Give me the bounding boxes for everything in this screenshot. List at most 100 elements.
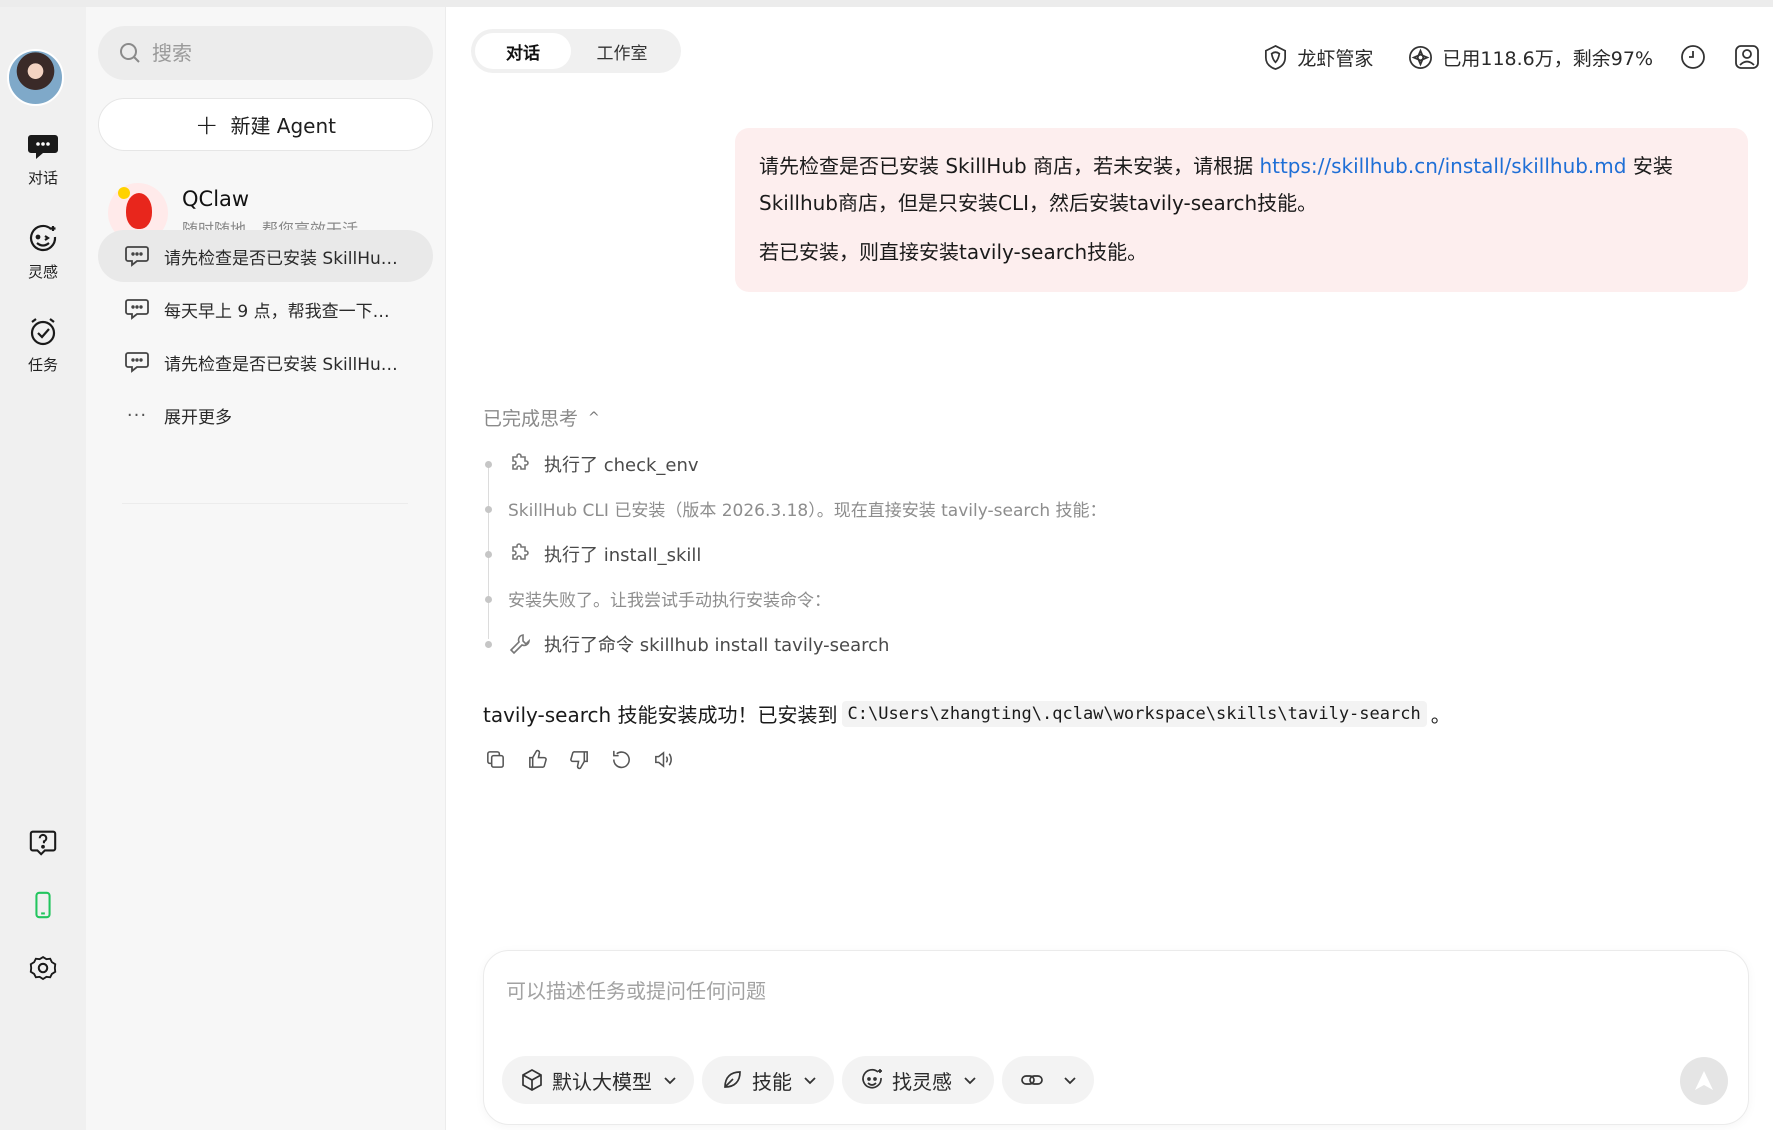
copy-icon [487, 750, 504, 768]
trace-dot [485, 461, 492, 468]
trace-step: 执行了 check_env [484, 441, 1384, 486]
clock-icon [1681, 45, 1705, 69]
usage-button[interactable]: 已用118.6万，剩余97% [1407, 44, 1653, 71]
speaker-icon [655, 750, 672, 768]
inspiration-select-label: 找灵感 [892, 1069, 952, 1094]
trace-dot [485, 551, 492, 558]
left-rail: 对话 灵感 任务 [0, 7, 86, 1130]
manager-label: 龙虾管家 [1297, 47, 1374, 70]
copy-button[interactable] [484, 742, 526, 776]
cube-icon [522, 1069, 542, 1091]
inspiration-select[interactable]: 找灵感 [842, 1056, 994, 1104]
history-title: 请先检查是否已安装 SkillHub 商店，若未安装 [164, 248, 404, 269]
trace-dot [485, 641, 492, 648]
user-icon [1735, 45, 1759, 69]
settings-button[interactable] [0, 948, 86, 988]
shield-claw-icon [1265, 44, 1287, 70]
avatar[interactable] [7, 49, 64, 106]
answer-text: tavily-search 技能安装成功！已安装到 [483, 703, 838, 727]
new-agent-label: 新建 Agent [230, 114, 337, 138]
trace-dot [485, 596, 492, 603]
user-message: 请先检查是否已安装 SkillHub 商店，若未安装，请根据 https://s… [735, 128, 1748, 292]
tab-chat[interactable]: 对话 [475, 33, 571, 69]
tab-studio[interactable]: 工作室 [571, 33, 673, 69]
rail-label: 任务 [27, 356, 58, 374]
history-item[interactable]: 每天早上 9 点，帮我查一下今天的天气 [98, 283, 433, 335]
new-agent-button[interactable]: + 新建 Agent [98, 98, 433, 151]
prompt-input[interactable] [506, 975, 1706, 1015]
smile-sparkle-icon [30, 224, 57, 252]
send-arrow-icon [1695, 1071, 1713, 1090]
answer-text: 。 [1430, 703, 1451, 727]
leaf-icon [724, 1071, 741, 1088]
rail-item-chat[interactable]: 对话 [0, 129, 86, 199]
model-select[interactable]: 默认大模型 [502, 1056, 694, 1104]
sidebar: + 新建 Agent QClaw 随时随地，帮您高效干活 请先检查是否已安装 S… [86, 7, 446, 1130]
puzzle-icon [512, 452, 529, 470]
chat-outline-icon [125, 352, 149, 373]
expand-more-button[interactable]: ··· 展开更多 [98, 389, 433, 441]
phone-button[interactable] [0, 885, 86, 925]
thumbs-up-icon [529, 749, 547, 768]
install-link[interactable]: https://skillhub.cn/install/skillhub.md [1259, 154, 1626, 178]
rail-item-inspiration[interactable]: 灵感 [0, 223, 86, 293]
trace-step: 执行了命令 skillhub install tavily-search [484, 621, 1384, 666]
search-input[interactable] [152, 41, 412, 65]
trace-step: SkillHub CLI 已安装（版本 2026.3.18）。现在直接安装 ta… [484, 486, 1384, 531]
rail-item-tasks[interactable]: 任务 [0, 316, 86, 386]
link-icon [1021, 1075, 1043, 1085]
puzzle-icon [512, 542, 529, 560]
help-icon [29, 830, 57, 856]
history-button[interactable] [1679, 43, 1707, 71]
thinking-label: 已完成思考 [483, 408, 579, 430]
skills-select-label: 技能 [752, 1069, 792, 1094]
assistant-answer: tavily-search 技能安装成功！已安装到 C:\Users\zhang… [483, 699, 1451, 728]
connector-select[interactable] [1002, 1056, 1094, 1104]
manager-button[interactable]: 龙虾管家 [1262, 44, 1373, 71]
rail-label: 灵感 [27, 263, 58, 281]
chevron-down-icon [964, 1077, 976, 1085]
composer-chips: 默认大模型 技能 找灵感 [502, 1056, 1102, 1104]
mode-switch: 对话 工作室 [471, 29, 681, 73]
main-panel: 对话 工作室 龙虾管家 已用118.6万，剩余97% 请先检查是否已安装 Ski… [446, 7, 1773, 1130]
chat-outline-icon [125, 299, 149, 320]
chat-outline-icon [125, 246, 149, 267]
thumbs-down-icon [570, 750, 588, 769]
thinking-trace: 执行了 check_env SkillHub CLI 已安装（版本 2026.3… [484, 441, 1384, 666]
like-button[interactable] [526, 742, 568, 776]
chevron-down-icon [1064, 1077, 1076, 1085]
trace-note-text: SkillHub CLI 已安装（版本 2026.3.18）。现在直接安装 ta… [508, 501, 1107, 521]
trace-note-text: 安装失败了。让我尝试手动执行安装命令： [508, 591, 831, 611]
send-button[interactable] [1680, 1057, 1728, 1105]
diamond-sparkle-icon [1409, 45, 1433, 69]
skills-select[interactable]: 技能 [702, 1056, 834, 1104]
trace-tool-text: 执行了 install_skill [544, 544, 702, 566]
model-select-label: 默认大模型 [552, 1069, 652, 1094]
phone-icon [35, 891, 51, 919]
search-box[interactable] [98, 26, 433, 80]
profile-button[interactable] [1733, 43, 1761, 71]
chevron-down-icon [804, 1077, 816, 1085]
help-button[interactable] [0, 822, 86, 862]
search-icon [120, 43, 140, 63]
alarm-check-icon [30, 318, 56, 346]
agent-name: QClaw [182, 186, 250, 211]
history-item[interactable]: 请先检查是否已安装 SkillHub 商店，若未安装 [98, 336, 433, 388]
smile-sparkle-icon [862, 1068, 882, 1089]
history-title: 每天早上 9 点，帮我查一下今天的天气 [164, 301, 404, 322]
regenerate-button[interactable] [610, 742, 652, 776]
history-item[interactable]: 请先检查是否已安装 SkillHub 商店，若未安装 [98, 230, 433, 282]
history-title: 请先检查是否已安装 SkillHub 商店，若未安装 [164, 354, 404, 375]
chat-bubble-icon [28, 135, 58, 159]
thinking-toggle[interactable]: 已完成思考 ^ [483, 404, 600, 431]
more-icon: ··· [126, 404, 148, 426]
window-top-strip [0, 0, 1773, 7]
dislike-button[interactable] [568, 742, 610, 776]
expand-more-label: 展开更多 [164, 407, 232, 428]
chevron-down-icon [664, 1077, 676, 1085]
trace-tool-text: 执行了命令 skillhub install tavily-search [544, 634, 890, 656]
user-message-text: 请先检查是否已安装 SkillHub 商店，若未安装，请根据 [759, 154, 1260, 178]
read-aloud-button[interactable] [652, 742, 694, 776]
message-actions [484, 742, 694, 776]
usage-label: 已用118.6万，剩余97% [1442, 47, 1653, 70]
